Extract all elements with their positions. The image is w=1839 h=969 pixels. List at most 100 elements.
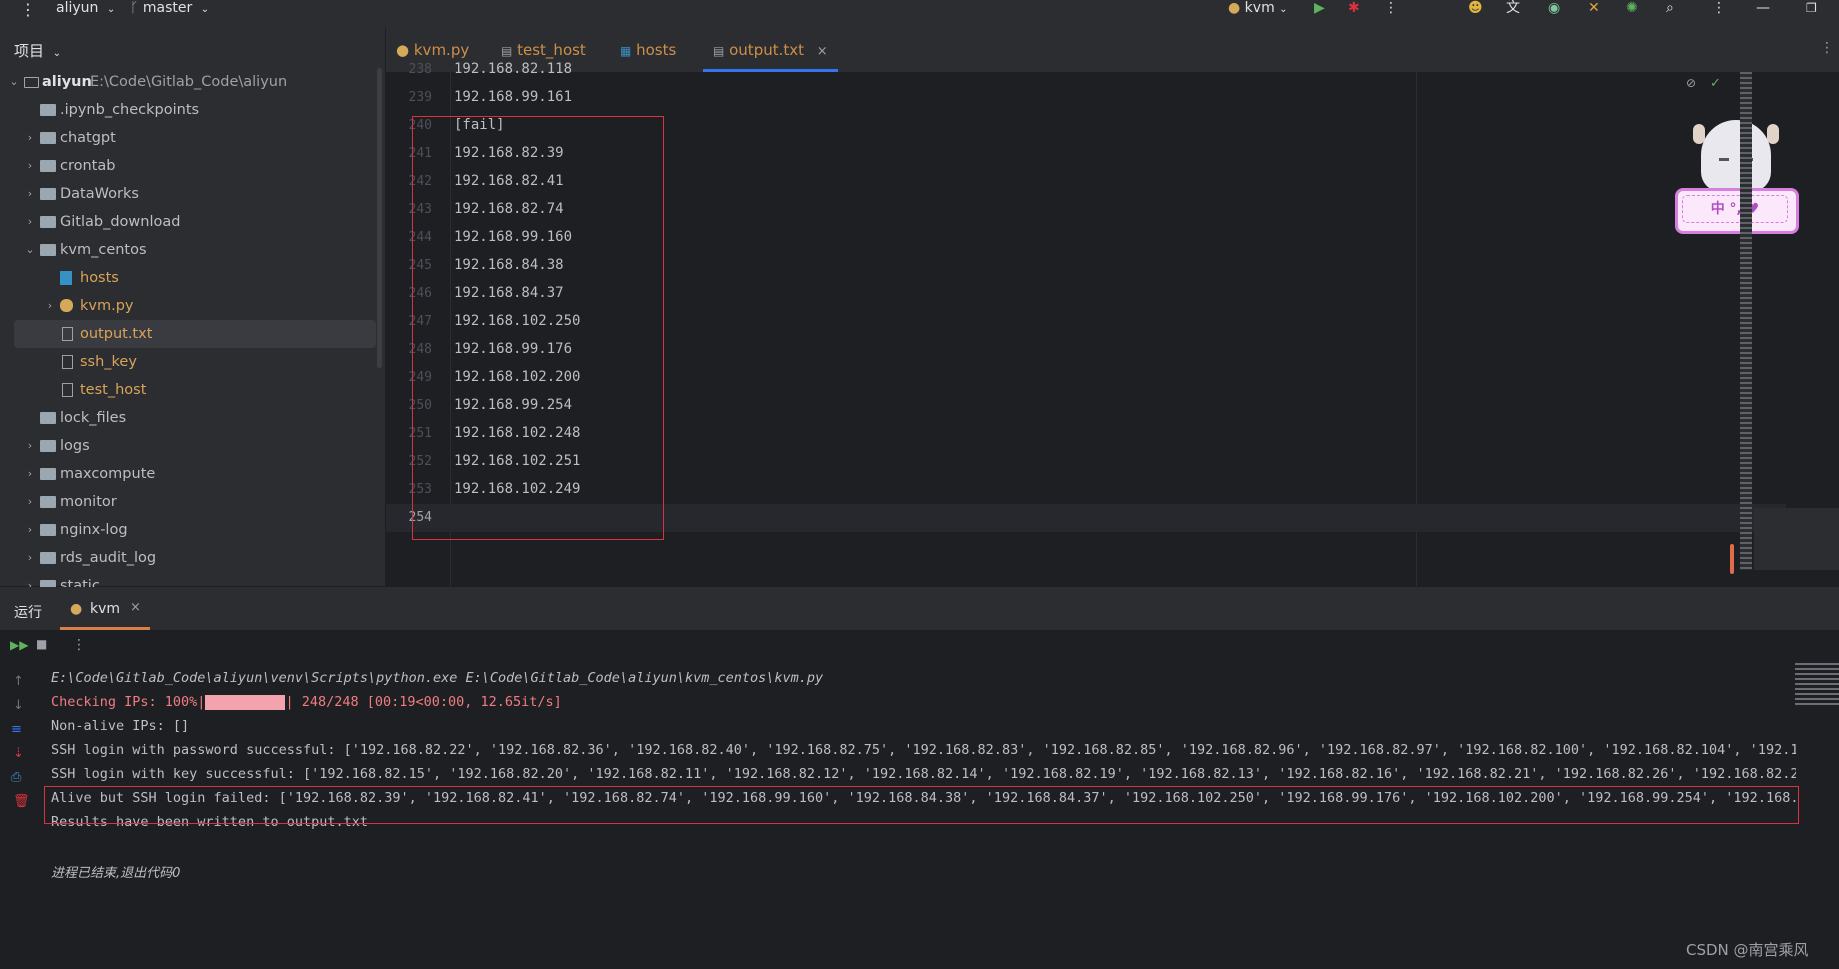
run-config-selector[interactable]: ● kvm ⌄ xyxy=(1228,0,1288,24)
console-line-key-success: SSH login with key successful: ['192.168… xyxy=(51,766,1796,782)
tree-item-lock-files[interactable]: lock_files xyxy=(0,404,380,432)
reader-mode-icon[interactable]: ⊘ xyxy=(1686,76,1696,90)
project-panel-header[interactable]: 项目 ⌄ xyxy=(14,40,61,61)
progress-suffix: | 248/248 [00:19<00:00, 12.65it/s] xyxy=(285,694,562,710)
chevron-right-icon[interactable]: › xyxy=(24,124,36,152)
tree-item-label: .ipynb_checkpoints xyxy=(60,102,200,118)
run-config-name: kvm xyxy=(1244,0,1275,16)
project-switcher[interactable]: aliyun ⌄ xyxy=(56,0,115,24)
chevron-down-icon[interactable]: ⌄ xyxy=(24,236,36,264)
folder-icon xyxy=(40,524,56,536)
editor[interactable]: 238 192.168.82.118 239 192.168.99.161 240 [fa… xyxy=(386,61,1839,586)
mascot-horn-right xyxy=(1767,124,1779,144)
highlight-box xyxy=(44,786,1799,824)
tree-item-gitlab-download[interactable]: › Gitlab_download xyxy=(0,208,380,236)
tree-root-path: E:\Code\Gitlab_Code\aliyun xyxy=(90,74,288,90)
project-scrollbar[interactable] xyxy=(377,68,382,368)
watermark: CSDN @南宫乘风 xyxy=(1686,941,1809,959)
tab-hosts[interactable]: ▦ hosts xyxy=(610,28,686,72)
tree-item-ssh-key[interactable]: ssh_key xyxy=(0,348,380,376)
translate-icon[interactable]: 文 xyxy=(1506,0,1520,24)
close-tab-icon[interactable]: × xyxy=(817,44,828,59)
clear-all-icon[interactable]: 🗑 xyxy=(13,794,30,809)
chevron-right-icon[interactable]: › xyxy=(44,292,56,320)
code-with-me-icon[interactable]: ☻ xyxy=(1468,0,1483,24)
chevron-down-icon: ⌄ xyxy=(1279,4,1288,15)
stop-icon[interactable]: ■ xyxy=(36,637,47,651)
chevron-right-icon[interactable]: › xyxy=(24,152,36,180)
main-menu-icon[interactable]: ⋮ xyxy=(20,2,36,26)
tools-icon[interactable]: ✕ xyxy=(1588,0,1600,24)
minimap-viewport[interactable] xyxy=(1754,508,1839,570)
inspection-ok-icon[interactable]: ✓ xyxy=(1710,76,1721,91)
tree-item-label: logs xyxy=(60,438,90,454)
chevron-right-icon[interactable]: › xyxy=(24,460,36,488)
project-name: aliyun xyxy=(56,0,99,16)
chevron-right-icon[interactable]: › xyxy=(24,516,36,544)
console-minimap[interactable] xyxy=(1795,663,1839,707)
tree-item-test-host[interactable]: test_host xyxy=(0,376,380,404)
restore-window-icon[interactable]: ❐ xyxy=(1806,0,1817,24)
tree-item-logs[interactable]: › logs xyxy=(0,432,380,460)
close-tab-icon[interactable]: × xyxy=(130,600,141,615)
branch-switcher[interactable]: ᚴ master ⌄ xyxy=(130,0,209,24)
plugin-circle-icon[interactable]: ◉ xyxy=(1548,0,1560,24)
branch-name: master xyxy=(142,0,193,16)
tree-item-nginx-log[interactable]: › nginx-log xyxy=(0,516,380,544)
tree-root[interactable]: ⌄ aliyun E:\Code\Gitlab_Code\aliyun xyxy=(0,68,380,96)
tree-item-kvm-py[interactable]: › kvm.py xyxy=(0,292,380,320)
tree-item-dataworks[interactable]: › DataWorks xyxy=(0,180,380,208)
tree-item-label: Gitlab_download xyxy=(60,214,181,230)
more-actions-icon[interactable]: ⋮ xyxy=(72,637,86,653)
ai-assistant-icon[interactable]: ✺ xyxy=(1626,0,1638,24)
run-panel-header: 运行 ● kvm × xyxy=(0,588,1839,630)
tree-item-maxcompute[interactable]: › maxcompute xyxy=(0,460,380,488)
run-tab-kvm[interactable]: ● kvm × xyxy=(60,588,150,630)
code-line[interactable]: 192.168.82.118 xyxy=(454,61,572,77)
run-icon[interactable]: ▶ xyxy=(1314,0,1325,24)
more-icon[interactable]: ⋮ xyxy=(1384,0,1398,24)
text-file-icon xyxy=(62,383,73,397)
minimize-icon[interactable]: — xyxy=(1756,0,1770,24)
tab-options-icon[interactable]: ⋮ xyxy=(1820,40,1834,56)
tree-item-hosts[interactable]: hosts xyxy=(0,264,380,292)
tree-item-rds-audit-log[interactable]: › rds_audit_log xyxy=(0,544,380,572)
chevron-right-icon[interactable]: › xyxy=(24,180,36,208)
python-icon xyxy=(60,299,73,312)
tree-item-monitor[interactable]: › monitor xyxy=(0,488,380,516)
code-line[interactable]: 192.168.99.161 xyxy=(454,89,572,105)
tree-item-label: test_host xyxy=(80,382,147,398)
print-icon[interactable]: ⎙ xyxy=(11,770,21,785)
tree-item-output-txt[interactable]: output.txt xyxy=(14,320,376,348)
chevron-down-icon: ⌄ xyxy=(9,75,19,88)
folder-icon xyxy=(40,468,56,480)
scroll-up-icon[interactable]: ↑ xyxy=(13,674,24,689)
progress-prefix: Checking IPs: 100%| xyxy=(51,694,206,710)
tree-item-kvm-centos[interactable]: ⌄ kvm_centos xyxy=(0,236,380,264)
search-icon[interactable]: ⌕ xyxy=(1666,0,1674,24)
progress-bar-fill xyxy=(205,694,286,710)
chevron-down-icon: ⌄ xyxy=(106,4,116,15)
tab-label: test_host xyxy=(517,41,586,59)
tab-output-txt[interactable]: ▤ output.txt × xyxy=(703,28,838,72)
soft-wrap-icon[interactable]: ≡ xyxy=(11,722,22,737)
run-panel-title: 运行 xyxy=(14,605,42,621)
tab-label: hosts xyxy=(636,41,677,59)
tree-item-label: nginx-log xyxy=(60,522,128,538)
editor-minimap[interactable] xyxy=(1730,72,1754,586)
table-file-icon: ▦ xyxy=(620,44,632,58)
rerun-icon[interactable]: ▶▶ xyxy=(10,638,28,652)
scroll-to-end-icon[interactable]: ⇣ xyxy=(13,746,24,761)
settings-icon[interactable]: ⋮ xyxy=(1712,0,1726,24)
debug-icon[interactable]: ✱ xyxy=(1348,0,1360,24)
tree-item-chatgpt[interactable]: › chatgpt xyxy=(0,124,380,152)
chevron-right-icon[interactable]: › xyxy=(24,488,36,516)
chevron-right-icon[interactable]: › xyxy=(24,208,36,236)
scroll-down-icon[interactable]: ↓ xyxy=(13,698,24,713)
chevron-right-icon[interactable]: › xyxy=(24,544,36,572)
tree-item-crontab[interactable]: › crontab xyxy=(0,152,380,180)
text-file-icon: ▤ xyxy=(713,44,725,58)
tree-item--ipynb-checkpoints[interactable]: .ipynb_checkpoints xyxy=(0,96,380,124)
chevron-right-icon[interactable]: › xyxy=(24,432,36,460)
python-icon: ● xyxy=(1228,0,1241,16)
